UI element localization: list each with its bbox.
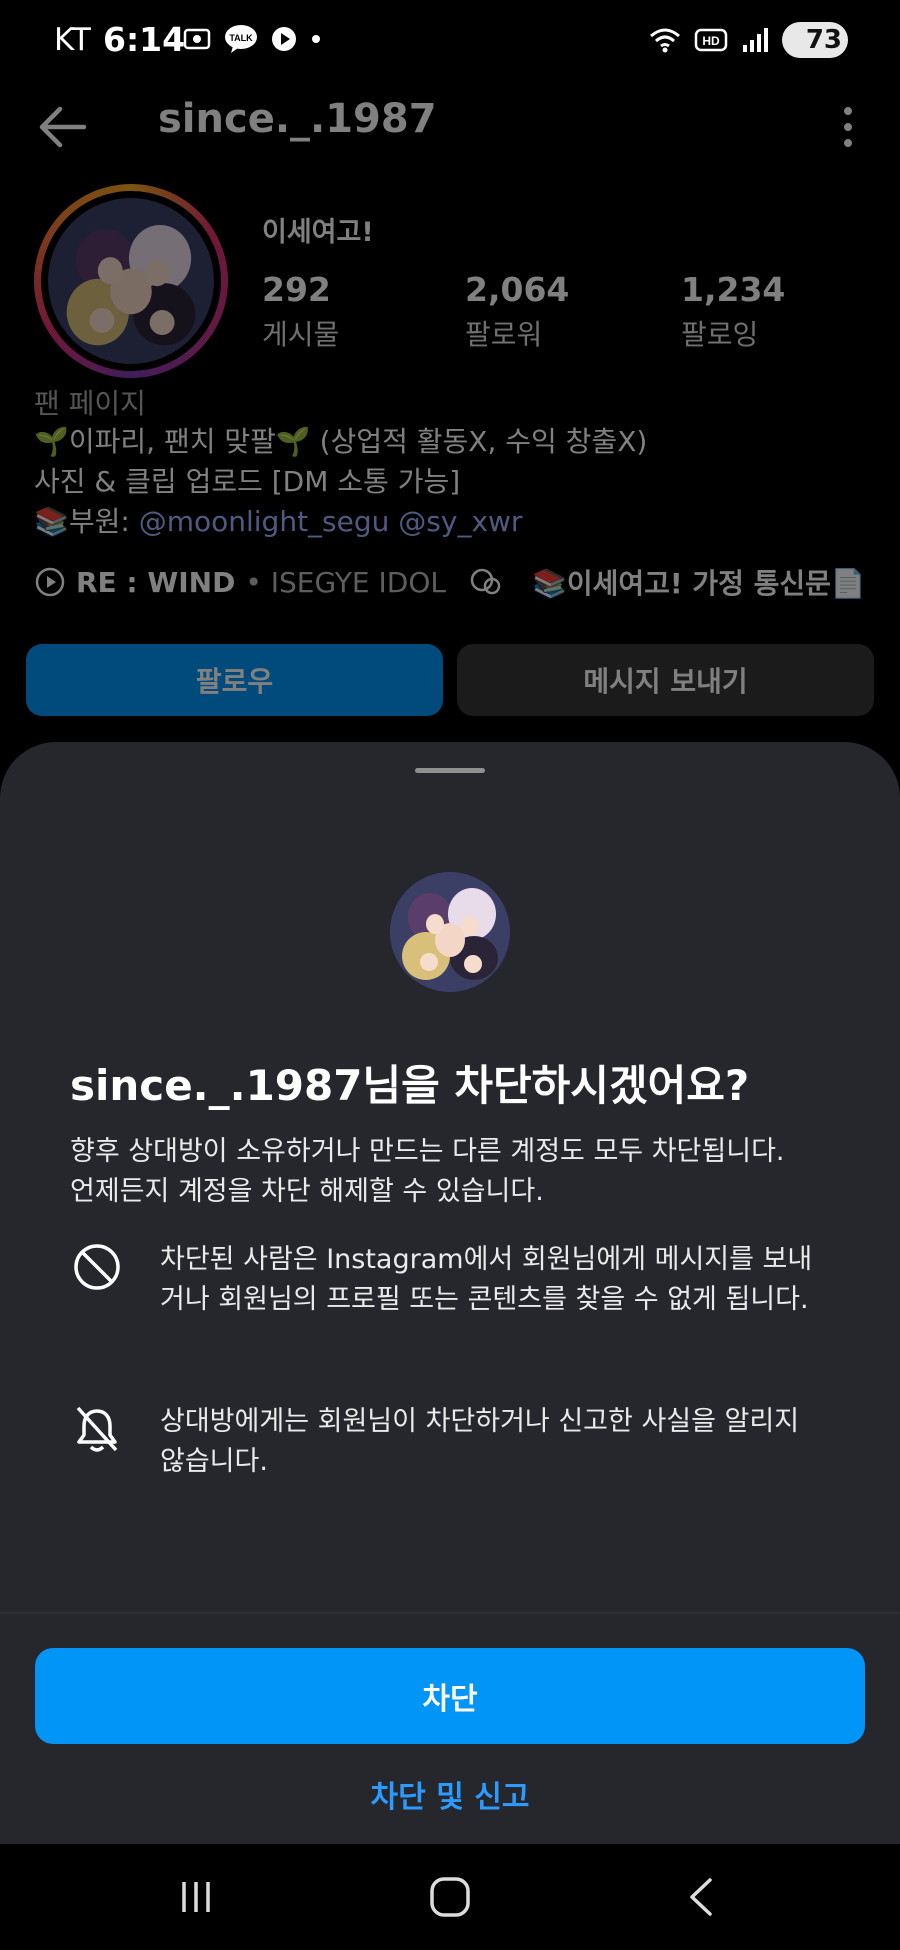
- battery-level: 73: [805, 25, 842, 55]
- signal-icon: [743, 28, 768, 52]
- profile-header: since._.1987: [0, 84, 900, 166]
- followers-label: 팔로워: [465, 318, 543, 351]
- profile-links: RE : WIND • ISEGYE IDOL 📚이세여고! 가정 통신문📄: [34, 562, 866, 602]
- sheet-drag-handle[interactable]: [415, 768, 485, 773]
- carrier-label: KT: [54, 22, 91, 58]
- bio-prefix: 📚부원:: [34, 505, 139, 538]
- profile-actions: 팔로우 메시지 보내기: [26, 644, 874, 716]
- block-and-report-button[interactable]: 차단 및 신고: [0, 1772, 900, 1816]
- clock: 6:14: [103, 20, 186, 59]
- vertical-dots-icon[interactable]: [838, 104, 858, 150]
- following-label: 팔로잉: [681, 318, 759, 351]
- profile-page: since._.1987 이세여고! 292 게시물 2,064 팔로워 1,2…: [0, 84, 900, 744]
- arrow-left-icon[interactable]: [34, 102, 90, 152]
- block-dialog-sheet: since._.1987님을 차단하시겠어요? 향후 상대방이 소유하거나 만드…: [0, 742, 900, 1844]
- avatar-image: [48, 198, 214, 364]
- sheet-avatar: [390, 872, 510, 992]
- hd-label: HD: [702, 34, 720, 48]
- bio-line: 🌱이파리, 팬치 맞팔🌱 (상업적 활동X, 수익 창출X): [34, 425, 648, 458]
- bio-line: 📚부원: @moonlight_segu @sy_xwr: [34, 502, 647, 542]
- info-row-no-contact: 차단된 사람은 Instagram에서 회원님에게 메시지를 보내거나 회원님의…: [70, 1240, 820, 1320]
- play-circle-icon: [35, 567, 65, 597]
- following-count: 1,234: [681, 270, 786, 309]
- info-text: 차단된 사람은 Instagram에서 회원님에게 메시지를 보내거나 회원님의…: [160, 1244, 813, 1315]
- bell-off-icon: [76, 1406, 118, 1452]
- system-nav-bar: [0, 1844, 900, 1950]
- notification-icons: TALK: [182, 24, 322, 54]
- profile-bio: 🌱이파리, 팬치 맞팔🌱 (상업적 활동X, 수익 창출X) 사진 & 클립 업…: [34, 422, 647, 542]
- dialog-description: 향후 상대방이 소유하거나 만드는 다른 계정도 모두 차단됩니다. 언제든지 …: [70, 1132, 860, 1212]
- message-button[interactable]: 메시지 보내기: [457, 644, 874, 716]
- stat-posts[interactable]: 292 게시물: [262, 270, 339, 353]
- follow-button[interactable]: 팔로우: [26, 644, 443, 716]
- posts-count: 292: [262, 270, 331, 309]
- info-row-no-notify: 상대방에게는 회원님이 차단하거나 신고한 사실을 알리지 않습니다.: [70, 1402, 820, 1482]
- followers-count: 2,064: [465, 270, 570, 309]
- status-bar: KT 6:14 TALK HD 73: [0, 0, 900, 84]
- recent-apps-icon[interactable]: [166, 1872, 226, 1922]
- channel-title[interactable]: 📚이세여고! 가정 통신문📄: [532, 562, 866, 602]
- circle-slash-icon: [74, 1244, 120, 1290]
- posts-label: 게시물: [262, 318, 340, 351]
- play-app-icon: [272, 27, 296, 51]
- description-line: 향후 상대방이 소유하거나 만드는 다른 계정도 모두 차단됩니다.: [70, 1136, 785, 1167]
- stat-followers[interactable]: 2,064 팔로워: [465, 270, 569, 353]
- display-name: 이세여고!: [262, 217, 374, 248]
- wifi-icon: [650, 28, 680, 53]
- back-nav-icon[interactable]: [672, 1872, 732, 1922]
- screenshot-icon: [183, 28, 211, 50]
- stat-following[interactable]: 1,234 팔로잉: [681, 270, 785, 353]
- info-text: 상대방에게는 회원님이 차단하거나 신고한 사실을 알리지 않습니다.: [160, 1406, 800, 1477]
- dialog-title: since._.1987님을 차단하시겠어요?: [70, 1061, 750, 1110]
- bio-line: 사진 & 클립 업로드 [DM 소통 가능]: [34, 465, 461, 498]
- block-button[interactable]: 차단: [35, 1648, 865, 1744]
- profile-category: 팬 페이지: [34, 387, 146, 420]
- dot-icon: [312, 35, 320, 43]
- description-line: 언제든지 계정을 차단 해제할 수 있습니다.: [70, 1176, 544, 1207]
- music-title[interactable]: RE : WIND: [76, 566, 235, 599]
- divider: [0, 1612, 900, 1614]
- profile-avatar[interactable]: [34, 184, 228, 378]
- home-icon[interactable]: [420, 1872, 480, 1922]
- kakaotalk-icon: TALK: [225, 25, 257, 53]
- profile-username: since._.1987: [158, 96, 437, 142]
- talk-label: TALK: [229, 33, 253, 43]
- system-icons: HD 73: [648, 22, 848, 58]
- threads-icon: [470, 568, 501, 595]
- bio-mentions[interactable]: @moonlight_segu @sy_xwr: [139, 505, 523, 538]
- music-artist: • ISEGYE IDOL: [245, 565, 446, 599]
- hd-voice-icon: HD: [694, 28, 728, 52]
- battery-indicator: 73: [782, 22, 848, 58]
